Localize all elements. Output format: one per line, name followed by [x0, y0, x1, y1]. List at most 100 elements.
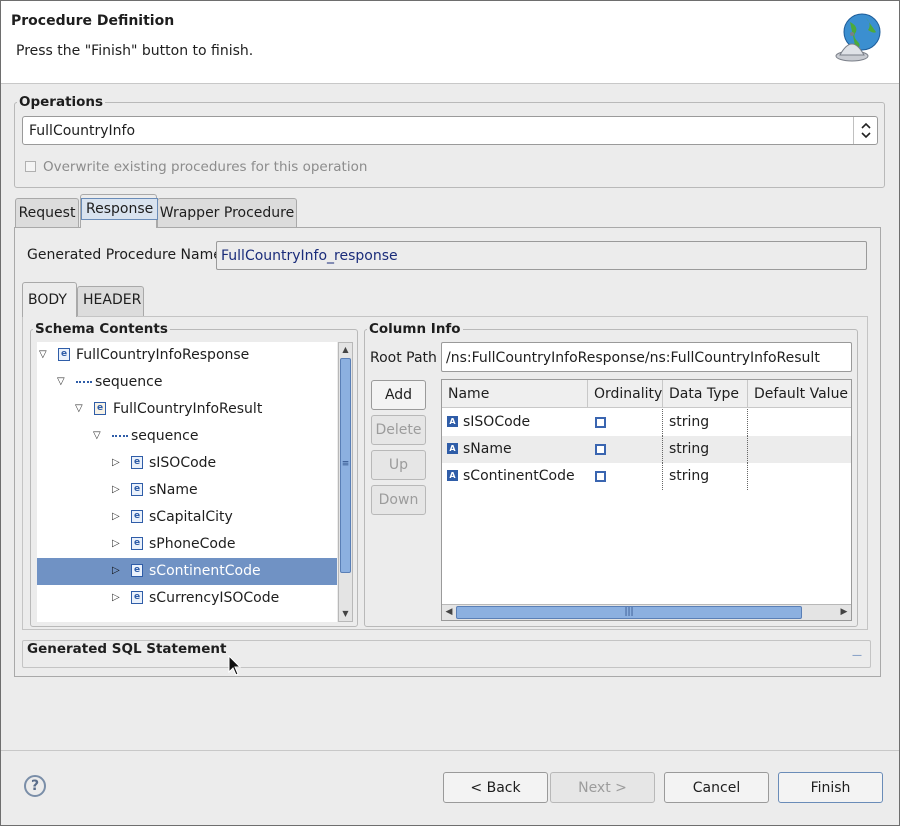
cell-data-type: string	[669, 409, 748, 436]
tab-wrapper-procedure[interactable]: Wrapper Procedure	[157, 198, 297, 228]
tree-row[interactable]: ▷ e sName	[37, 477, 337, 504]
tree-row-label: sCapitalCity	[149, 509, 233, 525]
generated-name-label: Generated Procedure Name	[27, 247, 222, 263]
collapse-toggle-icon[interactable]: —	[849, 651, 865, 661]
expand-toggle-icon[interactable]: ▷	[112, 566, 120, 576]
column-header-data-type[interactable]: Data Type	[663, 380, 748, 408]
cell-default-value[interactable]	[748, 409, 851, 436]
schema-tree[interactable]: ▽ e FullCountryInfoResponse ▽ sequence ▽…	[37, 342, 337, 622]
tree-row[interactable]: ▽ e FullCountryInfoResult	[37, 396, 337, 423]
page-subtitle: Press the "Finish" button to finish.	[16, 43, 254, 59]
page-title: Procedure Definition	[11, 13, 175, 29]
expand-toggle-icon[interactable]: ▷	[112, 458, 120, 468]
tree-row-label: FullCountryInfoResponse	[76, 347, 250, 363]
down-button[interactable]: Down	[371, 485, 426, 515]
cell-default-value[interactable]	[748, 463, 851, 490]
table-horizontal-scrollbar[interactable]: ◀ ||| ▶	[442, 604, 851, 620]
column-header-default-value[interactable]: Default Value	[748, 380, 851, 408]
finish-button[interactable]: Finish	[778, 772, 883, 803]
operations-combo-value: FullCountryInfo	[29, 123, 136, 139]
help-icon[interactable]: ?	[24, 775, 46, 797]
element-icon: e	[131, 483, 143, 496]
expand-toggle-icon[interactable]: ▽	[57, 377, 65, 387]
overwrite-label: Overwrite existing procedures for this o…	[43, 159, 368, 175]
tree-row[interactable]: ▷ e sISOCode	[37, 450, 337, 477]
column-header-name[interactable]: Name	[442, 380, 588, 408]
tree-row-label: sCurrencyISOCode	[149, 590, 280, 606]
overwrite-checkbox[interactable]	[25, 161, 36, 172]
tree-row-label: FullCountryInfoResult	[113, 401, 263, 417]
delete-button[interactable]: Delete	[371, 415, 426, 445]
table-row[interactable]: A sName string	[442, 436, 851, 463]
scroll-thumb[interactable]: |||	[456, 606, 802, 619]
tree-row[interactable]: ▷ e sCapitalCity	[37, 504, 337, 531]
generated-name-value: FullCountryInfo_response	[221, 248, 398, 264]
element-icon: e	[131, 537, 143, 550]
next-button[interactable]: Next >	[550, 772, 655, 803]
tab-body[interactable]: BODY	[22, 282, 77, 317]
tree-row[interactable]: ▷ e sCurrencyISOCode	[37, 585, 337, 612]
tab-response-label: Response	[81, 198, 159, 220]
tree-row-label: sName	[149, 482, 198, 498]
tree-row[interactable]: ▽ sequence	[37, 369, 337, 396]
column-header-ordinality[interactable]: Ordinality	[588, 380, 663, 408]
tree-row-label: sequence	[95, 374, 163, 390]
attribute-icon: A	[447, 416, 458, 427]
ordinality-checkbox[interactable]	[595, 444, 606, 455]
table-row[interactable]: A sISOCode string	[442, 409, 851, 436]
sequence-icon	[76, 381, 92, 385]
generated-name-field[interactable]: FullCountryInfo_response	[216, 241, 867, 270]
ordinality-checkbox[interactable]	[595, 417, 606, 428]
updown-arrows-icon[interactable]	[853, 117, 877, 144]
table-row[interactable]: A sContinentCode string	[442, 463, 851, 490]
tree-row-label: sPhoneCode	[149, 536, 236, 552]
expand-toggle-icon[interactable]: ▷	[112, 485, 120, 495]
cell-default-value[interactable]	[748, 436, 851, 463]
expand-toggle-icon[interactable]: ▷	[112, 539, 120, 549]
column-table[interactable]: Name Ordinality Data Type Default Value …	[441, 379, 852, 621]
expand-toggle-icon[interactable]: ▷	[112, 512, 120, 522]
root-path-value: /ns:FullCountryInfoResponse/ns:FullCount…	[446, 350, 820, 366]
tab-request[interactable]: Request	[15, 198, 79, 228]
back-button[interactable]: < Back	[443, 772, 548, 803]
footer-divider	[0, 750, 900, 751]
element-icon: e	[58, 348, 70, 361]
tree-row[interactable]: ▷ e sPhoneCode	[37, 531, 337, 558]
cell-name: sName	[463, 441, 512, 457]
scroll-thumb[interactable]: ≡	[340, 358, 351, 573]
column-info-legend: Column Info	[369, 321, 461, 337]
element-icon: e	[131, 456, 143, 469]
expand-toggle-icon[interactable]: ▷	[112, 593, 120, 603]
tab-response[interactable]: Response	[80, 194, 159, 228]
cancel-button[interactable]: Cancel	[664, 772, 769, 803]
expand-toggle-icon[interactable]: ▽	[93, 431, 101, 441]
operations-combo[interactable]: FullCountryInfo	[22, 116, 878, 145]
cell-name: sContinentCode	[463, 468, 575, 484]
scroll-up-arrow-icon[interactable]: ▲	[339, 343, 352, 357]
expand-toggle-icon[interactable]: ▽	[39, 350, 47, 360]
ordinality-checkbox[interactable]	[595, 471, 606, 482]
sql-statement-title: Generated SQL Statement	[27, 641, 229, 657]
tab-header[interactable]: HEADER	[77, 286, 144, 317]
operations-legend: Operations	[19, 94, 104, 110]
cell-data-type: string	[669, 463, 748, 490]
root-path-label: Root Path	[370, 350, 437, 366]
expand-toggle-icon[interactable]: ▽	[75, 404, 83, 414]
tree-vertical-scrollbar[interactable]: ▲ ≡ ▼	[338, 342, 353, 622]
root-path-field[interactable]: /ns:FullCountryInfoResponse/ns:FullCount…	[441, 342, 852, 372]
scroll-down-arrow-icon[interactable]: ▼	[339, 607, 352, 621]
add-button[interactable]: Add	[371, 380, 426, 410]
attribute-icon: A	[447, 470, 458, 481]
tree-row[interactable]: ▽ e FullCountryInfoResponse	[37, 342, 337, 369]
tree-row-selected[interactable]: ▷ e sContinentCode	[37, 558, 337, 585]
mouse-cursor-icon	[228, 654, 242, 677]
up-button[interactable]: Up	[371, 450, 426, 480]
sequence-icon	[112, 435, 128, 439]
scroll-left-arrow-icon[interactable]: ◀	[442, 605, 456, 620]
tree-row[interactable]: ▽ sequence	[37, 423, 337, 450]
globe-bell-icon	[832, 10, 884, 64]
element-icon: e	[131, 510, 143, 523]
tree-row-label: sContinentCode	[149, 563, 261, 579]
scroll-grip-icon: |||	[624, 607, 634, 617]
scroll-right-arrow-icon[interactable]: ▶	[837, 605, 851, 620]
